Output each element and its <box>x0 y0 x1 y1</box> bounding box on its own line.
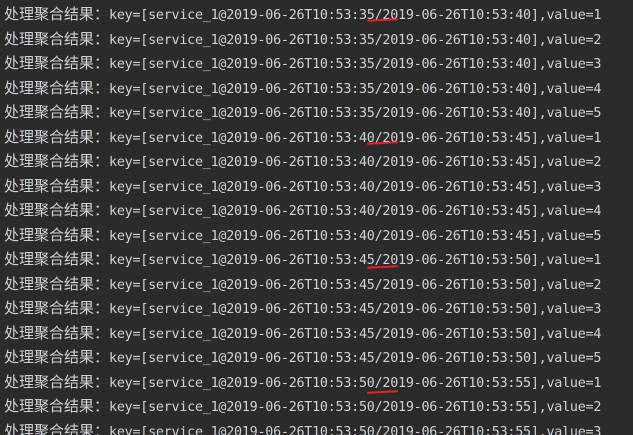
log-prefix: 处理聚合结果： <box>4 5 110 23</box>
log-line: 处理聚合结果：key=[service_1@2019-06-26T10:53:4… <box>4 272 601 297</box>
log-text: key=[service_1@2019-06-26T10:53:35/2019-… <box>109 32 602 48</box>
log-text: key=[service_1@2019-06-26T10:53:45/2019-… <box>109 326 602 342</box>
log-text: key=[service_1@2019-06-26T10:53:40/2019-… <box>109 155 602 170</box>
log-prefix: 处理聚合结果： <box>4 201 110 219</box>
log-prefix: 处理聚合结果： <box>4 299 110 317</box>
log-prefix: 处理聚合结果： <box>4 78 110 97</box>
log-prefix: 处理聚合结果： <box>4 127 110 146</box>
log-line: 处理聚合结果：key=[service_1@2019-06-26T10:53:3… <box>4 76 601 101</box>
log-text: key=[service_1@2019-06-26T10:53:35/2019-… <box>109 81 602 97</box>
log-line: 处理聚合结果：key=[service_1@2019-06-26T10:53:3… <box>4 2 601 27</box>
log-text: key=[service_1@2019-06-26T10:53:45/2019-… <box>109 351 602 366</box>
log-prefix: 处理聚合结果： <box>4 323 110 342</box>
log-prefix: 处理聚合结果： <box>4 372 110 391</box>
log-line: 处理聚合结果：key=[service_1@2019-06-26T10:53:4… <box>4 125 601 150</box>
log-line: 处理聚合结果：key=[service_1@2019-06-26T10:53:3… <box>4 51 601 76</box>
log-text: key=[service_1@2019-06-26T10:53:50/2019-… <box>109 375 602 391</box>
log-text: key=[service_1@2019-06-26T10:53:45/2019-… <box>109 253 602 268</box>
log-text: key=[service_1@2019-06-26T10:53:40/2019-… <box>109 179 602 195</box>
log-line: 处理聚合结果：key=[service_1@2019-06-26T10:53:5… <box>4 419 601 435</box>
log-text: key=[service_1@2019-06-26T10:53:40/2019-… <box>109 130 602 146</box>
log-prefix: 处理聚合结果： <box>4 176 110 195</box>
log-prefix: 处理聚合结果： <box>4 421 110 435</box>
log-line: 处理聚合结果：key=[service_1@2019-06-26T10:53:4… <box>4 247 601 272</box>
log-prefix: 处理聚合结果： <box>4 103 110 121</box>
console-output[interactable]: 处理聚合结果：key=[service_1@2019-06-26T10:53:3… <box>0 0 633 435</box>
log-line: 处理聚合结果：key=[service_1@2019-06-26T10:53:5… <box>4 394 601 419</box>
log-prefix: 处理聚合结果： <box>4 54 110 72</box>
log-line: 处理聚合结果：key=[service_1@2019-06-26T10:53:4… <box>4 345 601 370</box>
log-prefix: 处理聚合结果： <box>4 29 110 48</box>
log-prefix: 处理聚合结果： <box>4 397 110 415</box>
log-prefix: 处理聚合结果： <box>4 250 110 268</box>
log-text: key=[service_1@2019-06-26T10:53:45/2019-… <box>109 277 602 293</box>
log-text: key=[service_1@2019-06-26T10:53:50/2019-… <box>109 424 602 435</box>
log-prefix: 处理聚合结果： <box>4 152 110 170</box>
log-text: key=[service_1@2019-06-26T10:53:35/2019-… <box>109 8 602 23</box>
log-text: key=[service_1@2019-06-26T10:53:40/2019-… <box>109 204 602 219</box>
log-line: 处理聚合结果：key=[service_1@2019-06-26T10:53:5… <box>4 370 601 395</box>
log-line: 处理聚合结果：key=[service_1@2019-06-26T10:53:4… <box>4 174 601 199</box>
log-prefix: 处理聚合结果： <box>4 274 110 293</box>
log-text: key=[service_1@2019-06-26T10:53:50/2019-… <box>109 400 602 415</box>
log-line: 处理聚合结果：key=[service_1@2019-06-26T10:53:4… <box>4 223 601 248</box>
log-line: 处理聚合结果：key=[service_1@2019-06-26T10:53:4… <box>4 321 601 346</box>
log-line: 处理聚合结果：key=[service_1@2019-06-26T10:53:4… <box>4 198 601 223</box>
log-line: 处理聚合结果：key=[service_1@2019-06-26T10:53:4… <box>4 296 601 321</box>
log-line: 处理聚合结果：key=[service_1@2019-06-26T10:53:3… <box>4 27 601 52</box>
log-text: key=[service_1@2019-06-26T10:53:35/2019-… <box>109 106 602 121</box>
log-line: 处理聚合结果：key=[service_1@2019-06-26T10:53:4… <box>4 149 601 174</box>
log-prefix: 处理聚合结果： <box>4 225 110 244</box>
log-line: 处理聚合结果：key=[service_1@2019-06-26T10:53:3… <box>4 100 601 125</box>
log-prefix: 处理聚合结果： <box>4 348 110 366</box>
log-text: key=[service_1@2019-06-26T10:53:35/2019-… <box>109 57 602 72</box>
log-text: key=[service_1@2019-06-26T10:53:40/2019-… <box>109 228 602 244</box>
log-text: key=[service_1@2019-06-26T10:53:45/2019-… <box>109 302 602 317</box>
